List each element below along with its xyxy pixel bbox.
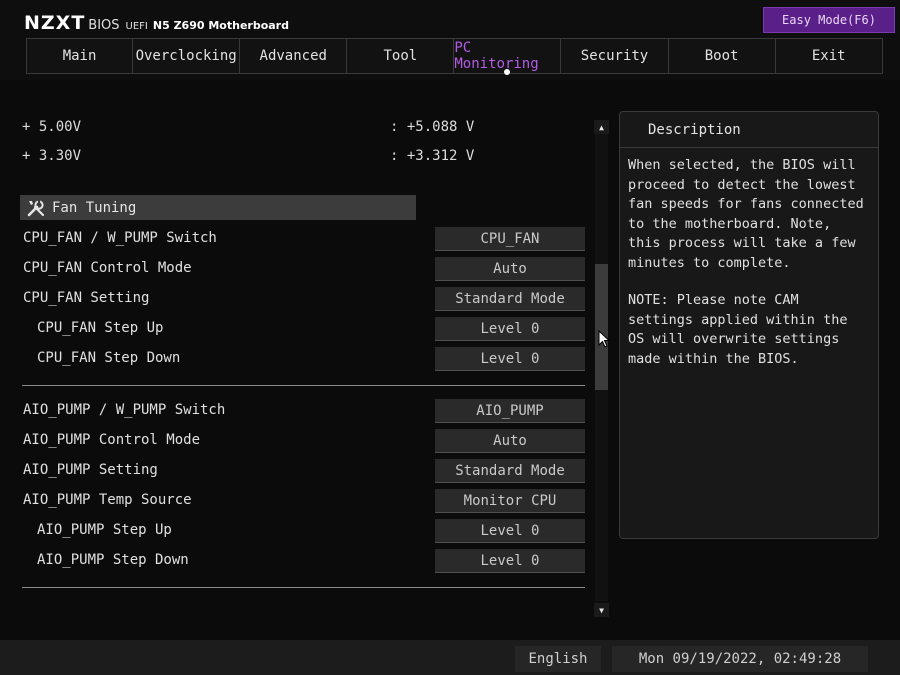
scrollbar-thumb[interactable] [595,264,608,390]
setting-label: CPU_FAN Setting [23,290,150,306]
tab-label: PC Monitoring [454,40,539,72]
active-tab-indicator [504,69,511,75]
fan-tuning-section[interactable]: Fan Tuning [20,195,416,220]
setting-label: CPU_FAN Step Up [37,320,164,336]
voltage-label: + 3.30V [22,148,82,164]
description-body: When selected, the BIOS will proceed to … [620,148,878,369]
setting-row-cpu-fan-step-up: CPU_FAN Step Up Level 0 [0,317,590,341]
voltage-label: + 5.00V [22,119,82,135]
setting-value-button[interactable]: Level 0 [435,549,585,573]
tab-label: Main [62,48,97,64]
setting-value-button[interactable]: Monitor CPU [435,489,585,513]
tab-exit[interactable]: Exit [775,38,883,74]
setting-value-button[interactable]: Level 0 [435,317,585,341]
mouse-cursor-icon [598,330,610,348]
tools-icon [27,199,45,216]
description-note: NOTE: Please note CAM settings applied w… [628,292,848,367]
setting-row-cpu-fan-switch: CPU_FAN / W_PUMP Switch CPU_FAN [0,227,590,251]
brand-uefi: UEFI [125,21,148,32]
footer-bar: English Mon 09/19/2022, 02:49:28 [0,640,900,675]
tab-label: Advanced [259,48,327,64]
tab-tool[interactable]: Tool [347,38,455,74]
tab-label: Overclocking [135,48,237,64]
setting-label: AIO_PUMP / W_PUMP Switch [23,402,226,418]
setting-row-aio-pump-temp-source: AIO_PUMP Temp Source Monitor CPU [0,489,590,513]
tab-bar: Main Overclocking Advanced Tool PC Monit… [26,38,883,75]
setting-label: AIO_PUMP Temp Source [23,492,192,508]
setting-row-cpu-fan-step-down: CPU_FAN Step Down Level 0 [0,347,590,371]
language-selector[interactable]: English [515,646,601,672]
tab-label: Exit [811,48,846,64]
setting-row-aio-pump-switch: AIO_PUMP / W_PUMP Switch AIO_PUMP [0,399,590,423]
scroll-up-arrow-icon[interactable]: ▲ [594,120,609,134]
setting-row-cpu-fan-control-mode: CPU_FAN Control Mode Auto [0,257,590,281]
tab-label: Security [580,48,649,64]
setting-value-button[interactable]: CPU_FAN [435,227,585,251]
tab-label: Tool [383,48,418,64]
setting-row-aio-pump-setting: AIO_PUMP Setting Standard Mode [0,459,590,483]
setting-label: AIO_PUMP Control Mode [23,432,201,448]
setting-value-button[interactable]: Standard Mode [435,287,585,311]
setting-row-cpu-fan-setting: CPU_FAN Setting Standard Mode [0,287,590,311]
setting-label: CPU_FAN Control Mode [23,260,192,276]
setting-value-button[interactable]: Auto [435,429,585,453]
tab-security[interactable]: Security [561,38,669,74]
header: NZXT BIOS UEFI N5 Z690 Motherboard Easy … [0,0,900,80]
tab-boot[interactable]: Boot [668,38,776,74]
setting-value-button[interactable]: AIO_PUMP [435,399,585,423]
brand-bios: BIOS [88,18,120,33]
tab-main[interactable]: Main [26,38,134,74]
setting-label: AIO_PUMP Step Up [37,522,172,538]
tab-pc-monitoring[interactable]: PC Monitoring [454,38,562,75]
brand-logo: NZXT [24,12,86,34]
section-divider [22,587,585,588]
setting-row-aio-pump-step-up: AIO_PUMP Step Up Level 0 [0,519,590,543]
setting-value-button[interactable]: Level 0 [435,347,585,371]
description-title: Description [620,112,878,148]
datetime-display: Mon 09/19/2022, 02:49:28 [612,646,868,672]
section-title: Fan Tuning [52,199,137,216]
tab-label: Boot [704,48,739,64]
setting-label: AIO_PUMP Step Down [37,552,189,568]
setting-value-button[interactable]: Auto [435,257,585,281]
brand: NZXT BIOS UEFI N5 Z690 Motherboard [24,12,289,34]
voltage-value: : +3.312 V [390,148,475,164]
tab-advanced[interactable]: Advanced [240,38,348,74]
voltage-value: : +5.088 V [390,119,475,135]
setting-row-aio-pump-control-mode: AIO_PUMP Control Mode Auto [0,429,590,453]
section-divider [22,385,585,386]
setting-value-button[interactable]: Level 0 [435,519,585,543]
description-text: When selected, the BIOS will proceed to … [628,157,864,271]
setting-value-button[interactable]: Standard Mode [435,459,585,483]
description-panel: Description When selected, the BIOS will… [619,111,879,539]
setting-label: CPU_FAN / W_PUMP Switch [23,230,217,246]
setting-label: AIO_PUMP Setting [23,462,158,478]
brand-model: N5 Z690 Motherboard [152,19,289,32]
scroll-down-arrow-icon[interactable]: ▼ [594,603,609,617]
setting-row-aio-pump-step-down: AIO_PUMP Step Down Level 0 [0,549,590,573]
tab-overclocking[interactable]: Overclocking [133,38,241,74]
setting-label: CPU_FAN Step Down [37,350,181,366]
settings-panel: + 5.00V : +5.088 V + 3.30V : +3.312 V Fa… [0,110,600,625]
easy-mode-button[interactable]: Easy Mode(F6) [763,7,895,33]
